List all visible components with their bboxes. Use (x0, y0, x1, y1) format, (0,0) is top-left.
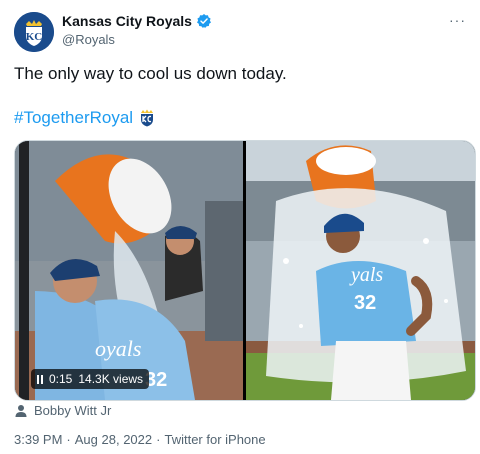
pause-icon (37, 374, 43, 384)
video-views: 14.3K views (78, 372, 144, 386)
tweet-date[interactable]: Aug 28, 2022 (75, 432, 152, 447)
author-handle[interactable]: @Royals (62, 32, 212, 47)
avatar[interactable]: KC (14, 12, 54, 52)
tagged-user-name: Bobby Witt Jr (34, 403, 112, 418)
more-options-icon[interactable]: ··· (449, 12, 466, 28)
video-thumbnail[interactable]: oyals 32 0:15 14.3K views (15, 141, 243, 400)
hashtag-row: #TogetherRoyal (14, 108, 155, 128)
photo-image: yals 32 (246, 141, 475, 400)
tweet-card: KC Kansas City Royals @Royals ··· The on… (0, 0, 480, 454)
person-icon (15, 404, 27, 417)
tweet-time[interactable]: 3:39 PM (14, 432, 62, 447)
svg-text:KC: KC (26, 31, 43, 43)
hashtag-link[interactable]: #TogetherRoyal (14, 108, 133, 128)
video-frame-image: oyals 32 (15, 141, 243, 400)
kc-royals-logo-icon: KC (14, 12, 54, 52)
author-block: Kansas City Royals @Royals (62, 13, 212, 47)
tweet-text: The only way to cool us down today. (14, 64, 287, 83)
tagged-users[interactable]: Bobby Witt Jr (14, 403, 111, 418)
tweet-source[interactable]: Twitter for iPhone (164, 432, 265, 447)
svg-text:32: 32 (354, 292, 376, 314)
author-name-row: Kansas City Royals (62, 13, 212, 29)
svg-text:oyals: oyals (95, 336, 141, 361)
verified-badge-icon (196, 14, 211, 28)
svg-text:yals: yals (349, 264, 383, 286)
kc-crown-shield-icon (141, 109, 154, 127)
tweet-meta: 3:39 PM · Aug 28, 2022 · Twitter for iPh… (14, 432, 266, 447)
media-grid: oyals 32 0:15 14.3K views yals 32 (14, 140, 476, 401)
video-badge[interactable]: 0:15 14.3K views (31, 369, 150, 389)
display-name[interactable]: Kansas City Royals (62, 13, 192, 29)
photo-thumbnail[interactable]: yals 32 (246, 141, 475, 400)
meta-separator: · (66, 432, 71, 447)
video-time: 0:15 (49, 372, 73, 386)
meta-separator: · (156, 432, 161, 447)
